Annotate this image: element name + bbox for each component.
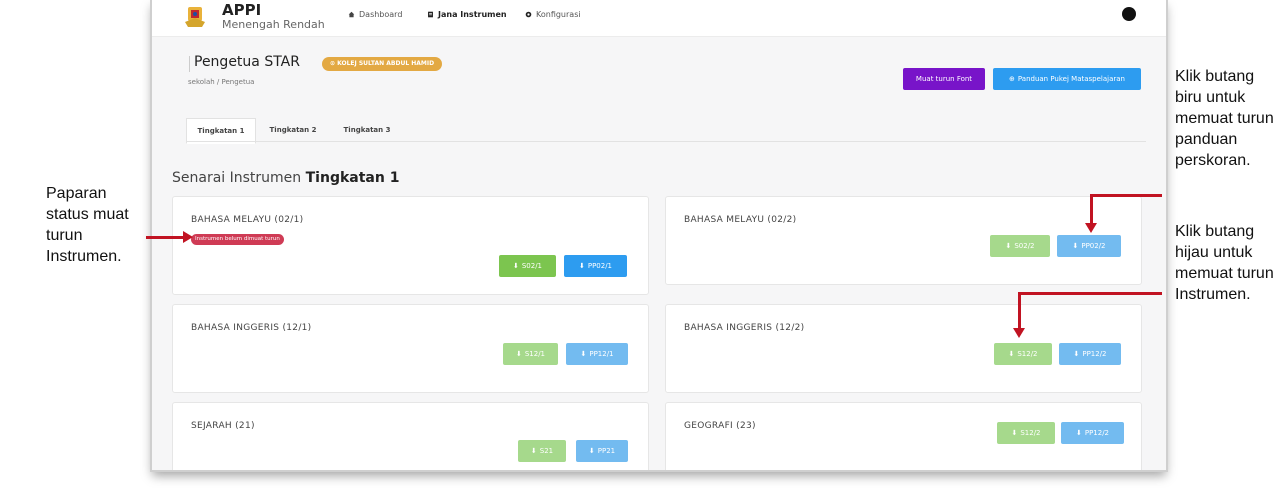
breadcrumb: sekolah / Pengetua [188, 78, 255, 86]
card-title: BAHASA MELAYU (02/1) [191, 215, 304, 225]
annotation-left: Paparan status muat turun Instrumen. [46, 183, 146, 267]
download-instrument-button[interactable]: ⬇ S12/2 [994, 343, 1052, 365]
download-instrument-label: S21 [539, 447, 554, 455]
download-icon: ⬇ [530, 447, 537, 455]
gear-icon [525, 11, 532, 18]
instrument-card: GEOGRAFI (23) ⬇ S12/2 ⬇ PP12/2 [665, 402, 1142, 470]
page-title: Pengetua STAR [194, 54, 300, 70]
download-icon: ⬇ [578, 262, 585, 270]
card-title: GEOGRAFI (23) [684, 421, 756, 431]
download-instrument-button[interactable]: ⬇ S21 [518, 440, 566, 462]
download-scoring-guide-button[interactable]: ⬇ PP12/2 [1061, 422, 1124, 444]
download-icon: ⬇ [515, 350, 522, 358]
download-instrument-button[interactable]: ⬇ S12/2 [997, 422, 1055, 444]
crest-logo-icon [185, 7, 205, 27]
instrument-card: BAHASA INGGERIS (12/1) ⬇ S12/1 ⬇ PP12/1 [172, 304, 649, 393]
download-icon: ⬇ [1072, 242, 1079, 250]
download-icon: ⬇ [1073, 350, 1080, 358]
download-instrument-label: S02/2 [1014, 242, 1035, 250]
download-instrument-label: S12/1 [524, 350, 546, 358]
download-instrument-label: S12/2 [1020, 429, 1041, 437]
user-avatar-icon[interactable] [1122, 7, 1136, 21]
annotation-right-top: Klik butang biru untuk memuat turun pand… [1175, 66, 1275, 171]
download-guide-button[interactable]: ⊕ Panduan Pukej Mataspelajaran [993, 68, 1141, 90]
nav-jana-instrumen[interactable]: Jana Instrumen [427, 10, 507, 19]
arrow-bottom-horizontal [1018, 292, 1162, 295]
app-window: APPI Menengah Rendah Dashboard Jana Inst… [152, 0, 1166, 470]
download-icon: ⬇ [1075, 429, 1082, 437]
card-title: SEJARAH (21) [191, 421, 255, 431]
download-scoring-guide-label: PP02/1 [587, 262, 613, 270]
download-font-button[interactable]: Muat turun Font [903, 68, 985, 90]
instrument-card: BAHASA MELAYU (02/2) ⬇ S02/2 ⬇ PP02/2 [665, 196, 1142, 285]
arrow-top-head [1085, 223, 1097, 233]
instrument-card: BAHASA MELAYU (02/1) Instrumen belum dim… [172, 196, 649, 295]
annotation-right-top-text: Klik butang biru untuk memuat turun pand… [1175, 68, 1274, 169]
tab-tingkatan-2[interactable]: Tingkatan 2 [258, 118, 328, 142]
section-title-level: Tingkatan 1 [305, 170, 400, 186]
card-title: BAHASA INGGERIS (12/2) [684, 323, 805, 333]
download-scoring-guide-label: PP12/2 [1084, 429, 1110, 437]
card-title: BAHASA INGGERIS (12/1) [191, 323, 312, 333]
download-icon: ⊕ [1009, 75, 1015, 83]
top-navbar: APPI Menengah Rendah Dashboard Jana Inst… [152, 0, 1166, 37]
title-divider [189, 56, 190, 72]
section-title: Senarai Instrumen Tingkatan 1 [172, 170, 399, 186]
download-scoring-guide-button[interactable]: ⬇ PP12/1 [566, 343, 628, 365]
nav-konfigurasi-label: Konfigurasi [536, 10, 581, 19]
download-icon: ⬇ [588, 447, 595, 455]
annotation-right-bottom: Klik butang hijau untuk memuat turun Ins… [1175, 221, 1275, 305]
download-instrument-button[interactable]: ⬇ S02/1 [499, 255, 556, 277]
annotation-right-bottom-text: Klik butang hijau untuk memuat turun Ins… [1175, 223, 1274, 303]
arrow-top-horizontal [1090, 194, 1162, 197]
download-scoring-guide-button[interactable]: ⬇ PP21 [576, 440, 628, 462]
download-scoring-guide-label: PP12/2 [1082, 350, 1107, 358]
download-instrument-button[interactable]: ⬇ S02/2 [990, 235, 1050, 257]
arrow-bottom-vertical [1018, 292, 1021, 329]
download-instrument-label: S02/1 [521, 262, 543, 270]
download-scoring-guide-label: PP12/1 [589, 350, 614, 358]
download-icon: ⬇ [1011, 429, 1018, 437]
download-scoring-guide-label: PP21 [597, 447, 616, 455]
download-font-label: Muat turun Font [915, 75, 973, 83]
instrument-card: SEJARAH (21) ⬇ S21 ⬇ PP21 [172, 402, 649, 470]
nav-dashboard[interactable]: Dashboard [348, 10, 402, 19]
brand-title: APPI [222, 1, 262, 19]
card-title: BAHASA MELAYU (02/2) [684, 215, 797, 225]
download-icon: ⬇ [1008, 350, 1015, 358]
arrow-left-head [183, 231, 193, 243]
tab-underline [186, 141, 1146, 142]
school-badge: ⊙ KOLEJ SULTAN ABDUL HAMID [322, 57, 443, 71]
download-guide-label: Panduan Pukej Mataspelajaran [1017, 75, 1125, 83]
nav-konfigurasi[interactable]: Konfigurasi [525, 10, 581, 19]
home-icon [348, 11, 355, 18]
annotation-left-text: Paparan status muat turun Instrumen. [46, 185, 129, 265]
download-status-badge: Instrumen belum dimuat turun [191, 234, 284, 245]
instrument-card: BAHASA INGGERIS (12/2) ⬇ S12/2 ⬇ PP12/2 [665, 304, 1142, 393]
tab-tingkatan-3[interactable]: Tingkatan 3 [332, 118, 402, 142]
download-instrument-button[interactable]: ⬇ S12/1 [503, 343, 558, 365]
download-scoring-guide-label: PP02/2 [1081, 242, 1106, 250]
download-scoring-guide-button[interactable]: ⬇ PP12/2 [1059, 343, 1121, 365]
arrow-top-vertical [1090, 194, 1093, 224]
arrow-bottom-head [1013, 328, 1025, 338]
brand-subtitle: Menengah Rendah [222, 18, 325, 31]
nav-dashboard-label: Dashboard [359, 10, 403, 19]
nav-jana-instrumen-label: Jana Instrumen [438, 10, 507, 19]
document-icon [428, 11, 433, 18]
section-title-prefix: Senarai Instrumen [172, 170, 302, 186]
arrow-left-shaft [146, 236, 184, 239]
download-instrument-label: S12/2 [1017, 350, 1038, 358]
download-scoring-guide-button[interactable]: ⬇ PP02/1 [564, 255, 627, 277]
download-icon: ⬇ [1005, 242, 1012, 250]
download-icon: ⬇ [580, 350, 587, 358]
school-badge-label: KOLEJ SULTAN ABDUL HAMID [337, 60, 435, 67]
download-scoring-guide-button[interactable]: ⬇ PP02/2 [1057, 235, 1121, 257]
download-icon: ⬇ [512, 262, 519, 270]
